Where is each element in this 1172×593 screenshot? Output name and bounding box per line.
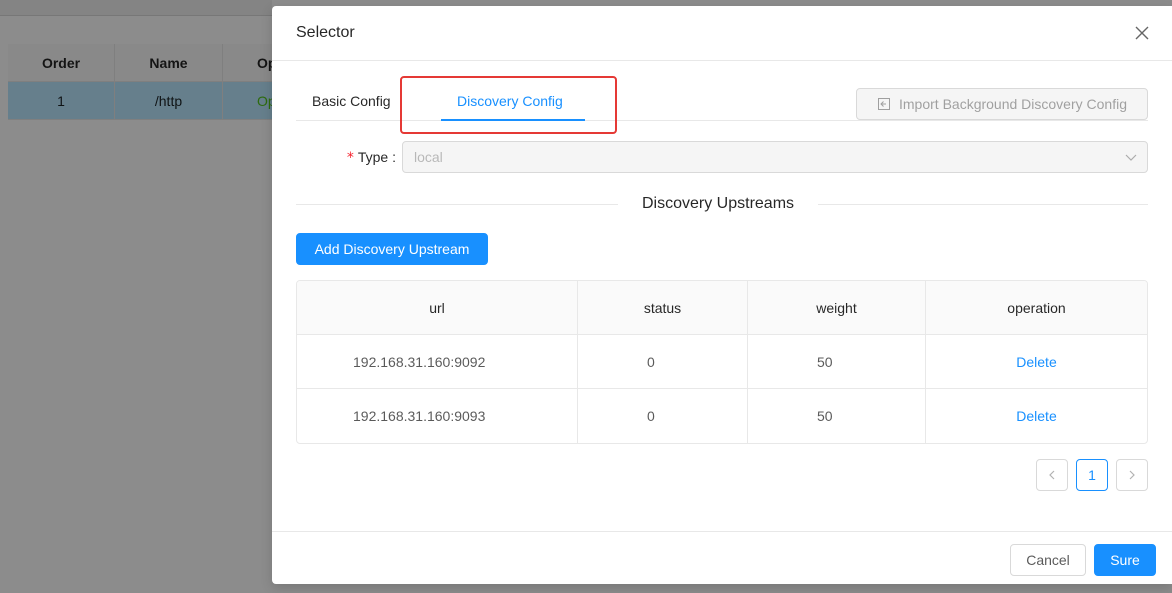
- table-header-row: url status weight operation: [297, 281, 1147, 335]
- cell-url: 192.168.31.160:9093: [297, 389, 578, 443]
- chevron-left-icon: [1049, 470, 1055, 480]
- import-discovery-config-button[interactable]: Import Background Discovery Config: [856, 88, 1148, 120]
- discovery-upstreams-divider: Discovery Upstreams: [296, 192, 1148, 216]
- header-status: status: [578, 281, 748, 334]
- close-button[interactable]: [1132, 23, 1152, 43]
- pagination-next-button[interactable]: [1116, 459, 1148, 491]
- type-select-value: local: [414, 149, 443, 165]
- type-form-row: * Type : local: [296, 141, 1148, 173]
- tab-discovery-config[interactable]: Discovery Config: [457, 81, 563, 121]
- close-icon: [1135, 26, 1149, 40]
- divider-line-right: [818, 203, 1148, 205]
- cell-status: 0: [578, 335, 748, 388]
- chevron-right-icon: [1129, 470, 1135, 480]
- sure-button[interactable]: Sure: [1094, 544, 1156, 576]
- section-title: Discovery Upstreams: [642, 195, 795, 212]
- add-discovery-upstream-button[interactable]: Add Discovery Upstream: [296, 233, 488, 265]
- divider-line-left: [296, 203, 618, 205]
- modal-footer: Cancel Sure: [272, 531, 1172, 584]
- import-button-label: Import Background Discovery Config: [899, 96, 1127, 112]
- cell-weight: 50: [748, 389, 926, 443]
- required-mark: *: [346, 150, 354, 166]
- chevron-down-icon: [1125, 154, 1137, 161]
- upstreams-table: url status weight operation 192.168.31.1…: [296, 280, 1148, 444]
- active-tab-indicator: [441, 119, 585, 121]
- delete-link[interactable]: Delete: [1016, 408, 1056, 424]
- cell-operation: Delete: [926, 335, 1147, 388]
- cell-operation: Delete: [926, 389, 1147, 443]
- modal-header: Selector: [272, 6, 1172, 61]
- type-label-text: Type: [357, 149, 389, 165]
- table-row: 192.168.31.160:9092 0 50 Delete: [297, 335, 1147, 389]
- cancel-button[interactable]: Cancel: [1010, 544, 1086, 576]
- cell-weight: 50: [748, 335, 926, 388]
- delete-link[interactable]: Delete: [1016, 354, 1056, 370]
- cell-url: 192.168.31.160:9092: [297, 335, 578, 388]
- cell-status: 0: [578, 389, 748, 443]
- pagination-page-1[interactable]: 1: [1076, 459, 1108, 491]
- header-operation: operation: [1007, 299, 1066, 316]
- table-row: 192.168.31.160:9093 0 50 Delete: [297, 389, 1147, 443]
- header-url: url: [297, 281, 578, 334]
- header-weight: weight: [748, 281, 926, 334]
- modal-title: Selector: [296, 24, 355, 41]
- pagination-prev-button[interactable]: [1036, 459, 1068, 491]
- selector-modal: Selector Basic Config Discovery Config I…: [272, 6, 1172, 584]
- type-label: * Type :: [346, 149, 396, 166]
- type-select[interactable]: local: [402, 141, 1148, 173]
- tab-basic-config[interactable]: Basic Config: [312, 81, 391, 121]
- import-icon: [878, 98, 890, 110]
